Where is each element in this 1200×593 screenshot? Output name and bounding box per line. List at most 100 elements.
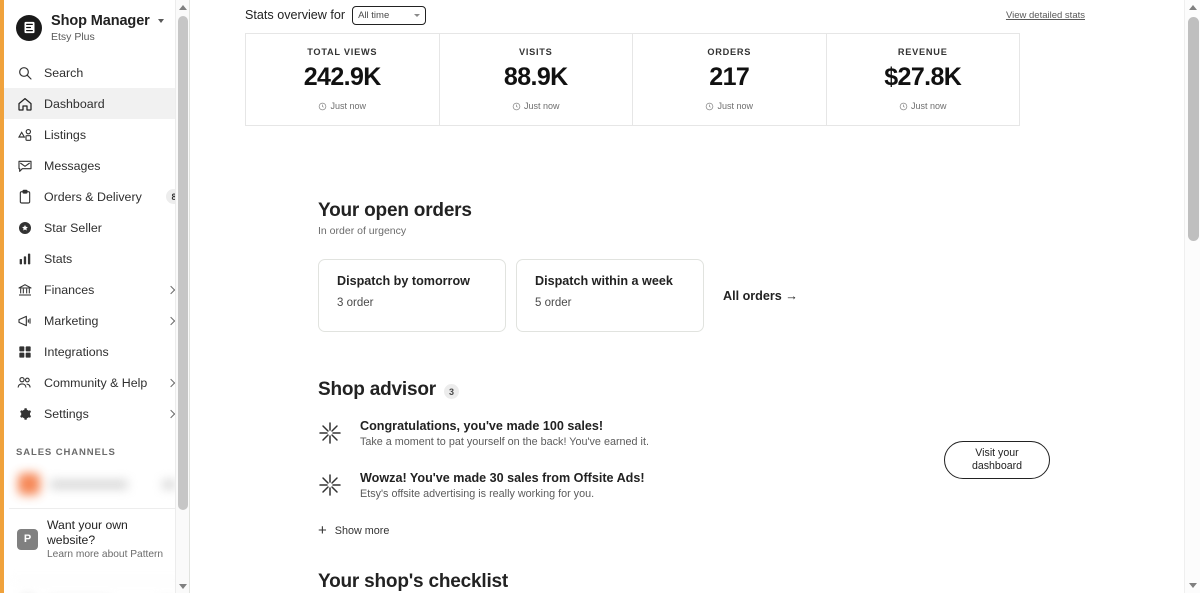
sidebar-item-label: Messages [44, 158, 101, 173]
view-detailed-stats-link[interactable]: View detailed stats [1006, 10, 1200, 21]
clipboard-icon [16, 188, 33, 205]
clock-icon [319, 102, 327, 110]
search-icon [16, 64, 33, 81]
shop-checklist-section: Your shop's checklist Tap into trends fo… [310, 571, 1135, 593]
stat-label: ORDERS [707, 47, 752, 57]
sidebar-item-label: Integrations [44, 344, 109, 359]
clock-icon [706, 102, 714, 110]
stat-card-revenue: REVENUE $27.8K Just now [827, 34, 1020, 125]
stats-overview-section: Stats overview for All time View detaile… [190, 0, 1200, 126]
sales-channels-heading: SALES CHANNELS [16, 447, 116, 459]
stat-label: VISITS [518, 47, 553, 57]
shop-plan: Etsy Plus [51, 31, 95, 44]
grid-icon [16, 343, 33, 360]
sparkle-icon [319, 474, 341, 496]
gear-icon [16, 405, 33, 422]
star-badge-icon [16, 219, 33, 236]
sidebar-bottom-blurred-card[interactable] [9, 579, 185, 593]
advisor-item-title: Congratulations, you've made 100 sales! [360, 419, 604, 433]
shop-advisor-section: Shop advisor 3 Congratulations, you've m… [310, 379, 1135, 538]
stat-card-visits: VISITS 88.9K Just now [440, 34, 633, 125]
advisor-item-subtitle: Etsy's offsite advertising is really wor… [360, 488, 595, 500]
shop-name: Shop Manager [51, 13, 150, 29]
clock-icon [899, 102, 908, 110]
show-more-button[interactable]: + Show more [318, 523, 1135, 538]
etsy-shop-manager-dashboard: Shop Manager Etsy Plus Search Dashboard … [0, 0, 1200, 593]
sidebar-item-label: Star Seller [44, 220, 102, 235]
pattern-title: Want your own website? [47, 518, 128, 548]
visit-your-dashboard-button[interactable]: Visit your dashboard [944, 441, 1050, 479]
stat-card-orders: ORDERS 217 Just now [633, 34, 827, 125]
advisor-item-subtitle: Take a moment to pat yourself on the bac… [360, 436, 649, 448]
visit-button-line2: dashboard [971, 460, 1023, 472]
show-more-label: Show more [334, 524, 390, 537]
sidebar-item-star-seller[interactable]: Star Seller [4, 212, 189, 243]
stat-value: $27.8K [884, 63, 962, 91]
order-card-dispatch-by-tomorrow[interactable]: Dispatch by tomorrow 3 order [318, 259, 506, 332]
accent-left-rail [0, 0, 4, 593]
bar-chart-icon [16, 250, 33, 267]
sidebar-item-stats[interactable]: Stats [4, 243, 189, 274]
sidebar-item-orders-and-delivery[interactable]: Orders & Delivery 8 [4, 181, 189, 212]
sidebar-item-search[interactable]: Search [4, 57, 189, 88]
stats-cards-grid: TOTAL VIEWS 242.9K Just now VISITS 88.9K… [245, 33, 1020, 126]
sidebar-item-label: Settings [44, 406, 89, 421]
shop-switcher[interactable]: Shop Manager Etsy Plus [4, 0, 189, 53]
chevron-right-icon[interactable] [166, 316, 176, 326]
order-card-title: Dispatch by tomorrow [337, 274, 470, 288]
sidebar-item-community-and-help[interactable]: Community & Help [4, 367, 189, 398]
sidebar-item-integrations[interactable]: Integrations [4, 336, 189, 367]
sidebar-item-messages[interactable]: Messages [4, 150, 189, 181]
chevron-down-icon[interactable] [158, 18, 165, 23]
shop-advisor-title: Shop advisor [318, 379, 436, 400]
sales-channel-promo-blurred[interactable] [10, 466, 184, 502]
sidebar-item-finances[interactable]: Finances [4, 274, 189, 305]
sidebar-item-label: Search [44, 65, 84, 80]
scroll-up-arrow-icon[interactable] [1185, 0, 1200, 15]
scroll-up-arrow-icon[interactable] [176, 0, 189, 14]
sidebar-item-label: Listings [44, 127, 87, 142]
visit-button-line1: Visit your [975, 446, 1019, 459]
sidebar-item-marketing[interactable]: Marketing [4, 305, 189, 336]
scroll-down-arrow-icon[interactable] [176, 579, 189, 593]
open-orders-title: Your open orders [318, 200, 472, 221]
stat-timestamp: Just now [639, 101, 820, 111]
stat-value: 88.9K [503, 63, 568, 91]
sidebar-scrollbar-thumb[interactable] [178, 16, 188, 510]
time-range-select[interactable]: All time [352, 5, 427, 25]
bank-icon [16, 281, 33, 298]
pattern-promo-card[interactable]: P Want your own website? Learn more abou… [9, 508, 185, 570]
envelope-icon [16, 157, 33, 174]
all-orders-link[interactable]: All orders → [723, 289, 798, 303]
stat-timestamp: Just now [833, 101, 1014, 111]
chevron-right-icon[interactable] [166, 285, 176, 295]
order-card-title: Dispatch within a week [535, 274, 673, 288]
chevron-right-icon[interactable] [166, 409, 176, 419]
sidebar-item-label: Community & Help [44, 375, 148, 390]
stat-value: 217 [709, 63, 750, 91]
time-range-value: All time [358, 9, 390, 21]
stat-card-total-views: TOTAL VIEWS 242.9K Just now [246, 34, 440, 125]
order-card-count: 3 order [337, 297, 374, 309]
sidebar-item-settings[interactable]: Settings [4, 398, 189, 429]
sidebar-item-label: Dashboard [44, 96, 105, 111]
shop-advisor-header: Shop advisor 3 [318, 379, 1135, 401]
page-scrollbar-thumb[interactable] [1188, 17, 1199, 241]
sidebar-item-label: Stats [44, 251, 73, 266]
sidebar-item-label: Finances [44, 282, 95, 297]
open-orders-section: Your open orders In order of urgency Dis… [310, 200, 1135, 332]
page-scrollbar[interactable] [1184, 0, 1200, 593]
stat-label: TOTAL VIEWS [307, 47, 378, 57]
sidebar-item-listings[interactable]: Listings [4, 119, 189, 150]
megaphone-icon [16, 312, 33, 329]
home-icon [16, 95, 33, 112]
chevron-right-icon[interactable] [166, 378, 176, 388]
people-icon [16, 374, 33, 391]
stats-overview-header: Stats overview for All time View detaile… [190, 0, 1200, 26]
clock-icon [512, 102, 521, 110]
etsy-mark-icon [16, 14, 42, 41]
order-card-dispatch-within-a-week[interactable]: Dispatch within a week 5 order [516, 259, 704, 332]
scroll-down-arrow-icon[interactable] [1185, 578, 1200, 593]
sidebar-scrollbar[interactable] [175, 0, 189, 593]
sidebar-item-dashboard[interactable]: Dashboard [4, 88, 189, 120]
